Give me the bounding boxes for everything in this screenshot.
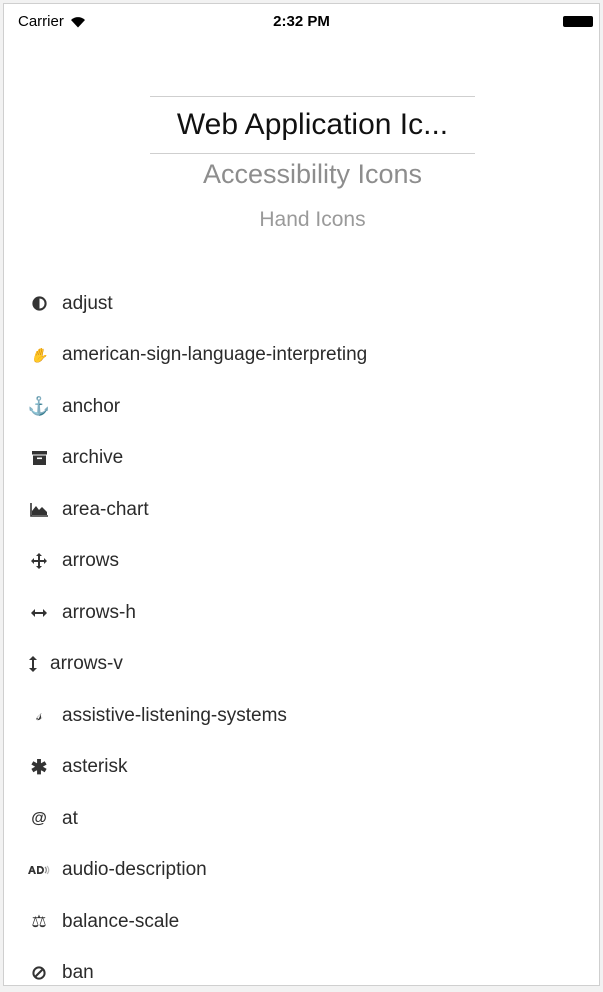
arrows-h-icon: [28, 608, 50, 617]
balance-scale-icon: ⚖: [31, 911, 47, 931]
audio-description-icon: [28, 865, 50, 875]
list-item[interactable]: ✱ asterisk: [4, 742, 599, 794]
archive-icon: [28, 451, 50, 466]
anchor-icon: ⚓: [27, 396, 51, 417]
list-item-label: arrows-h: [62, 601, 136, 623]
asterisk-icon: ✱: [30, 756, 48, 779]
list-item[interactable]: ⚖ balance-scale: [4, 896, 599, 948]
assistive-listening-systems-icon: 𝓈: [36, 706, 42, 724]
list-item[interactable]: ban: [4, 948, 599, 986]
picker-option[interactable]: Accessibility Icons: [150, 159, 475, 190]
list-item-label: audio-description: [62, 859, 207, 881]
picker-top-divider: [150, 96, 475, 97]
list-item-label: assistive-listening-systems: [62, 704, 287, 726]
arrows-v-icon: [28, 656, 38, 673]
list-item[interactable]: arrows: [4, 536, 599, 588]
list-item[interactable]: archive: [4, 433, 599, 485]
icon-list: adjust ✋ american-sign-language-interpre…: [4, 278, 599, 986]
list-item[interactable]: ⚓ anchor: [4, 381, 599, 433]
list-item-label: anchor: [62, 395, 121, 417]
list-item[interactable]: area-chart: [4, 484, 599, 536]
list-item[interactable]: 𝓈 assistive-listening-systems: [4, 690, 599, 742]
list-item-label: american-sign-language-interpreting: [62, 344, 368, 366]
american-sign-language-interpreting-icon: ✋: [30, 346, 48, 363]
list-item-label: area-chart: [62, 498, 149, 520]
list-item[interactable]: @ at: [4, 793, 599, 845]
arrows-icon: [28, 553, 50, 570]
category-picker[interactable]: Web Application Ic... Accessibility Icon…: [150, 4, 475, 244]
list-item-label: arrows: [62, 550, 120, 572]
area-chart-icon: [28, 502, 50, 517]
phone-screen: Carrier 2:32 PM Web Application Ic... Ac…: [3, 3, 600, 986]
picker-selected-option[interactable]: Web Application Ic...: [150, 108, 475, 142]
list-item-label: at: [62, 807, 78, 829]
list-item[interactable]: arrows-v: [4, 639, 599, 691]
ban-icon: [28, 966, 50, 980]
list-item[interactable]: audio-description: [4, 845, 599, 897]
list-item-label: archive: [62, 447, 124, 469]
list-item[interactable]: ✋ american-sign-language-interpreting: [4, 330, 599, 382]
at-icon: @: [31, 809, 47, 827]
picker-bottom-divider: [150, 153, 475, 154]
list-item[interactable]: adjust: [4, 278, 599, 330]
list-item-label: adjust: [62, 292, 113, 314]
list-item-label: arrows-v: [50, 653, 123, 675]
list-item-label: asterisk: [62, 756, 128, 778]
list-item[interactable]: arrows-h: [4, 587, 599, 639]
picker-option[interactable]: Hand Icons: [150, 208, 475, 232]
list-item-label: ban: [62, 962, 94, 984]
list-item-label: balance-scale: [62, 910, 180, 932]
battery-icon: [563, 16, 593, 27]
adjust-icon: [28, 296, 50, 311]
